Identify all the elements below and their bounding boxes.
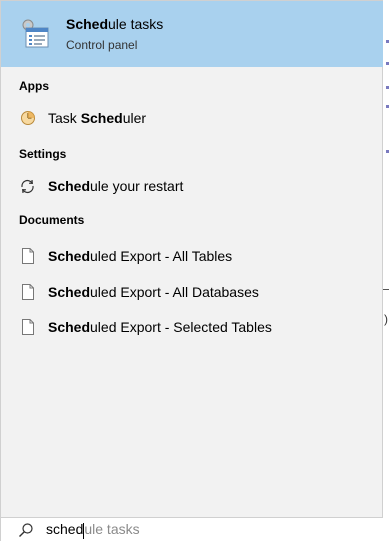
result-export-selected-tables-label: Scheduled Export - Selected Tables <box>48 319 272 335</box>
search-input[interactable]: schedule tasks <box>46 521 140 539</box>
section-header-settings: Settings <box>19 147 67 161</box>
document-icon <box>19 248 36 265</box>
result-export-all-databases-label: Scheduled Export - All Databases <box>48 284 259 300</box>
background-paren: ) <box>384 312 388 326</box>
restart-icon <box>19 178 36 195</box>
section-header-documents: Documents <box>19 213 85 227</box>
result-export-selected-tables[interactable]: Scheduled Export - Selected Tables <box>1 311 384 343</box>
background-line <box>383 289 389 290</box>
task-scheduler-icon <box>19 110 36 127</box>
control-panel-schedule-icon <box>19 17 53 51</box>
section-header-apps: Apps <box>19 79 49 93</box>
result-export-all-tables[interactable]: Scheduled Export - All Tables <box>1 240 384 272</box>
document-icon <box>19 319 36 336</box>
best-match-schedule-tasks[interactable]: Schedule tasks Control panel <box>1 1 384 67</box>
result-task-scheduler[interactable]: Task Scheduler <box>1 102 384 134</box>
result-schedule-restart[interactable]: Schedule your restart <box>1 170 384 202</box>
best-match-subtitle: Control panel <box>66 37 138 52</box>
search-icon <box>18 522 34 538</box>
search-results-panel: Schedule tasks Control panel Apps Task S… <box>0 0 384 541</box>
search-bar[interactable]: schedule tasks <box>1 517 384 541</box>
result-export-all-databases[interactable]: Scheduled Export - All Databases <box>1 276 384 308</box>
result-task-scheduler-label: Task Scheduler <box>48 110 147 126</box>
document-icon <box>19 284 36 301</box>
background-window-edge <box>383 0 389 541</box>
best-match-title: Schedule tasks <box>66 15 164 32</box>
result-export-all-tables-label: Scheduled Export - All Tables <box>48 248 233 264</box>
result-schedule-restart-label: Schedule your restart <box>48 178 184 194</box>
